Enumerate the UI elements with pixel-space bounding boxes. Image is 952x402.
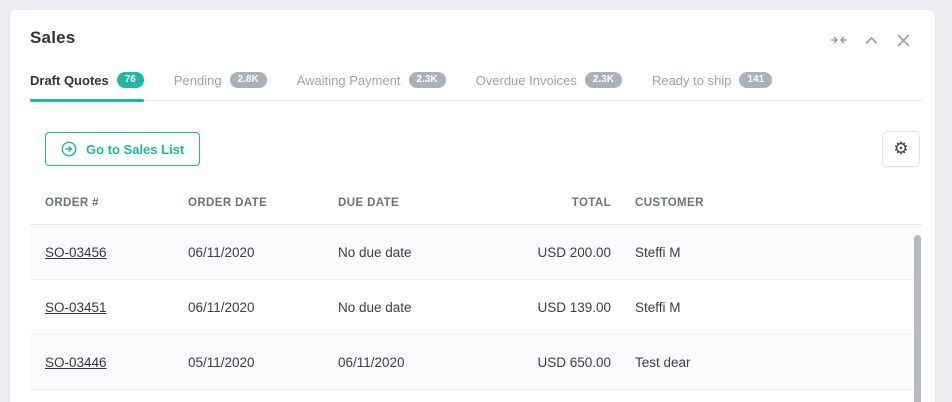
chevron-up-icon[interactable] [863, 32, 879, 48]
tab-count-badge: 2.3K [585, 72, 622, 88]
col-header-total: TOTAL [508, 197, 617, 209]
go-to-sales-list-label: Go to Sales List [86, 142, 184, 157]
tab-draft-quotes[interactable]: Draft Quotes 76 [30, 72, 144, 100]
due-date-cell: No due date [338, 245, 508, 260]
order-date-cell: 05/11/2020 [188, 355, 338, 370]
widget-title: Sales [30, 28, 75, 48]
tab-awaiting-payment[interactable]: Awaiting Payment 2.3K [297, 72, 446, 100]
order-date-cell: 06/11/2020 [188, 245, 338, 260]
close-icon[interactable] [895, 32, 911, 48]
table-row: SO-03451 06/11/2020 No due date USD 139.… [30, 280, 922, 335]
customer-cell: Test dear [617, 355, 922, 370]
tab-count-badge: 141 [739, 72, 772, 88]
collapse-horizontal-icon[interactable] [831, 32, 847, 48]
tab-ready-to-ship[interactable]: Ready to ship 141 [652, 72, 772, 100]
circle-arrow-right-icon [61, 141, 77, 157]
tab-pending[interactable]: Pending 2.8K [174, 72, 267, 100]
table-scrollbar-thumb[interactable] [914, 235, 921, 402]
col-header-order-no: ORDER # [30, 197, 188, 209]
tab-label: Awaiting Payment [297, 73, 401, 88]
table-body: SO-03456 06/11/2020 No due date USD 200.… [30, 225, 922, 390]
window-controls [831, 32, 911, 48]
tab-count-badge: 2.3K [409, 72, 446, 88]
tab-label: Ready to ship [652, 73, 732, 88]
order-number-link[interactable]: SO-03456 [45, 245, 107, 260]
total-cell: USD 650.00 [508, 355, 617, 370]
order-number-link[interactable]: SO-03451 [45, 300, 107, 315]
tab-label: Overdue Invoices [476, 73, 577, 88]
tab-overdue-invoices[interactable]: Overdue Invoices 2.3K [476, 72, 622, 100]
customer-cell: Steffi M [617, 245, 922, 260]
col-header-order-date: ORDER DATE [188, 197, 338, 209]
table-header-row: ORDER # ORDER DATE DUE DATE TOTAL CUSTOM… [30, 181, 922, 225]
order-number-link[interactable]: SO-03446 [45, 355, 107, 370]
tab-count-badge: 76 [117, 72, 144, 88]
toolbar: Go to Sales List ⚙ [45, 131, 920, 167]
widget-header: Sales [10, 10, 935, 48]
settings-gear-button[interactable]: ⚙ [882, 131, 920, 167]
tab-bar: Draft Quotes 76 Pending 2.8K Awaiting Pa… [30, 72, 922, 101]
table-row: SO-03446 05/11/2020 06/11/2020 USD 650.0… [30, 335, 922, 390]
col-header-customer: CUSTOMER [617, 197, 922, 209]
tab-count-badge: 2.8K [230, 72, 267, 88]
go-to-sales-list-button[interactable]: Go to Sales List [45, 132, 200, 166]
table-row: SO-03456 06/11/2020 No due date USD 200.… [30, 225, 922, 280]
total-cell: USD 200.00 [508, 245, 617, 260]
tab-label: Draft Quotes [30, 73, 109, 88]
orders-table: ORDER # ORDER DATE DUE DATE TOTAL CUSTOM… [30, 181, 922, 390]
due-date-cell: No due date [338, 300, 508, 315]
order-date-cell: 06/11/2020 [188, 300, 338, 315]
tab-label: Pending [174, 73, 222, 88]
customer-cell: Steffi M [617, 300, 922, 315]
gear-icon: ⚙ [893, 141, 908, 158]
due-date-cell: 06/11/2020 [338, 355, 508, 370]
sales-widget-card: Sales Draft Quotes 76 [10, 10, 935, 402]
col-header-due-date: DUE DATE [338, 197, 508, 209]
total-cell: USD 139.00 [508, 300, 617, 315]
